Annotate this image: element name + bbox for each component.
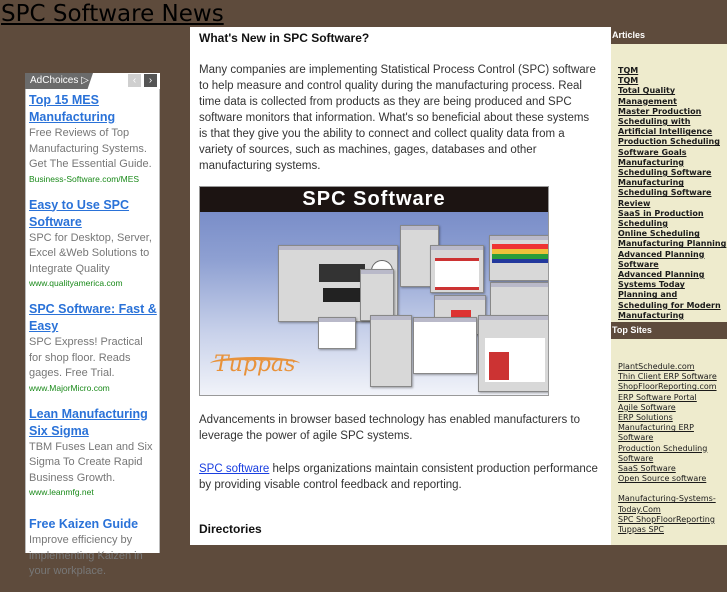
site-title-link[interactable]: SPC Software News — [1, 0, 224, 28]
top-site-link[interactable]: Agile Software — [618, 403, 727, 413]
top-site-link[interactable]: Open Source software — [618, 474, 727, 484]
article-link[interactable]: TQM — [618, 76, 727, 86]
ad-title-link[interactable]: Top 15 MES Manufacturing — [29, 92, 157, 126]
screenshot-window — [370, 315, 412, 387]
directories-heading: Directories — [199, 522, 262, 536]
article-link[interactable]: SaaS in Production Scheduling — [618, 209, 727, 229]
ad-description: SPC Express! Practical for shop floor. R… — [29, 336, 143, 379]
screenshot-window — [478, 315, 548, 392]
ad-header: AdChoices ▷ ‹ › — [25, 73, 160, 89]
ad-url[interactable]: www.MajorMicro.com — [29, 382, 157, 394]
top-site-link[interactable]: ERP Software Portal — [618, 393, 727, 403]
top-site-link[interactable]: Tuppas SPC — [618, 525, 727, 535]
article-link[interactable]: Advanced Planning Systems Today — [618, 270, 727, 290]
top-site-link[interactable]: Thin Client ERP Software — [618, 372, 727, 382]
ad-item: Free Kaizen Guide Improve efficiency by … — [29, 516, 157, 580]
main-content: What's New in SPC Software? Many compani… — [190, 27, 611, 545]
ad-prev-button[interactable]: ‹ — [128, 74, 141, 87]
ad-description: Improve efficiency by implementing Kaize… — [29, 534, 143, 577]
ad-item: Easy to Use SPC Software SPC for Desktop… — [29, 197, 157, 290]
article-link[interactable]: Manufacturing Scheduling Software — [618, 158, 727, 178]
article-link[interactable]: Planning and Scheduling for Modern Manuf… — [618, 290, 727, 321]
top-site-link[interactable]: PlantSchedule.com — [618, 362, 727, 372]
screenshot-window — [489, 235, 548, 281]
top-sites-heading: Top Sites — [611, 322, 727, 339]
top-site-link[interactable]: ERP Solutions — [618, 413, 727, 423]
ad-next-button[interactable]: › — [144, 74, 157, 87]
intro-paragraph: Many companies are implementing Statisti… — [199, 64, 596, 172]
top-site-link[interactable]: SPC ShopFloorReporting — [618, 515, 727, 525]
articles-heading: Articles — [611, 27, 727, 44]
ad-description: TBM Fuses Lean and Six Sigma To Create R… — [29, 440, 153, 484]
article-link[interactable]: Total Quality Management — [618, 86, 727, 106]
top-site-link[interactable]: ShopFloorReporting.com — [618, 382, 727, 392]
article-link[interactable]: Online Scheduling — [618, 229, 727, 239]
page-heading: What's New in SPC Software? — [199, 31, 370, 45]
article-link[interactable]: Advanced Planning Software — [618, 250, 727, 270]
top-site-link[interactable]: Production Scheduling Software — [618, 444, 727, 464]
article-link[interactable]: Master Production Scheduling with Artifi… — [618, 107, 727, 138]
ad-item: SPC Software: Fast & Easy SPC Express! P… — [29, 301, 157, 394]
screenshot-window — [430, 245, 484, 293]
ad-item: Lean Manufacturing Six Sigma TBM Fuses L… — [29, 406, 157, 499]
ad-description: SPC for Desktop, Server, Excel &Web Solu… — [29, 231, 152, 275]
banner-title: SPC Software — [200, 187, 548, 212]
tuppas-logo: Tuppas — [214, 352, 296, 377]
top-site-link[interactable]: Manufacturing-Systems-Today.Com — [618, 494, 727, 514]
articles-list: TQM TQM Total Quality Management Master … — [618, 66, 727, 321]
ad-title-link[interactable]: Easy to Use SPC Software — [29, 197, 157, 231]
browser-paragraph: Advancements in browser based technology… — [199, 414, 581, 442]
adchoices-button[interactable]: AdChoices ▷ — [25, 73, 93, 89]
article-link[interactable]: Production Scheduling Software Goals — [618, 137, 727, 157]
top-site-link[interactable]: Manufacturing ERP Software — [618, 423, 727, 443]
ad-url[interactable]: www.leanmfg.net — [29, 486, 157, 498]
ad-url[interactable]: www.qualityamerica.com — [29, 277, 157, 289]
top-site-link[interactable]: SaaS Software — [618, 464, 727, 474]
article-link[interactable]: TQM — [618, 66, 727, 76]
ad-title-link[interactable]: Free Kaizen Guide — [29, 516, 157, 533]
spc-software-link[interactable]: SPC software — [199, 463, 269, 475]
screenshot-window — [413, 317, 477, 374]
top-sites-list: PlantSchedule.com Thin Client ERP Softwa… — [618, 362, 727, 535]
ad-url[interactable]: Business-Software.com/MES — [29, 173, 157, 185]
article-link[interactable]: Manufacturing Planning — [618, 239, 727, 249]
ad-description: Free Reviews of Top Manufacturing System… — [29, 127, 152, 170]
spc-software-banner-image: SPC Software Tuppas — [199, 186, 549, 396]
ad-list: Top 15 MES Manufacturing Free Reviews of… — [29, 92, 157, 592]
ad-title-link[interactable]: Lean Manufacturing Six Sigma — [29, 406, 157, 440]
ad-item: Top 15 MES Manufacturing Free Reviews of… — [29, 92, 157, 185]
screenshot-window — [360, 269, 394, 321]
screenshot-window — [318, 317, 356, 349]
right-sidebar: Articles TQM TQM Total Quality Managemen… — [611, 27, 727, 545]
spc-paragraph: SPC software helps organizations maintai… — [199, 461, 599, 493]
article-link[interactable]: Manufacturing Scheduling Software Review — [618, 178, 727, 209]
ad-title-link[interactable]: SPC Software: Fast & Easy — [29, 301, 157, 335]
